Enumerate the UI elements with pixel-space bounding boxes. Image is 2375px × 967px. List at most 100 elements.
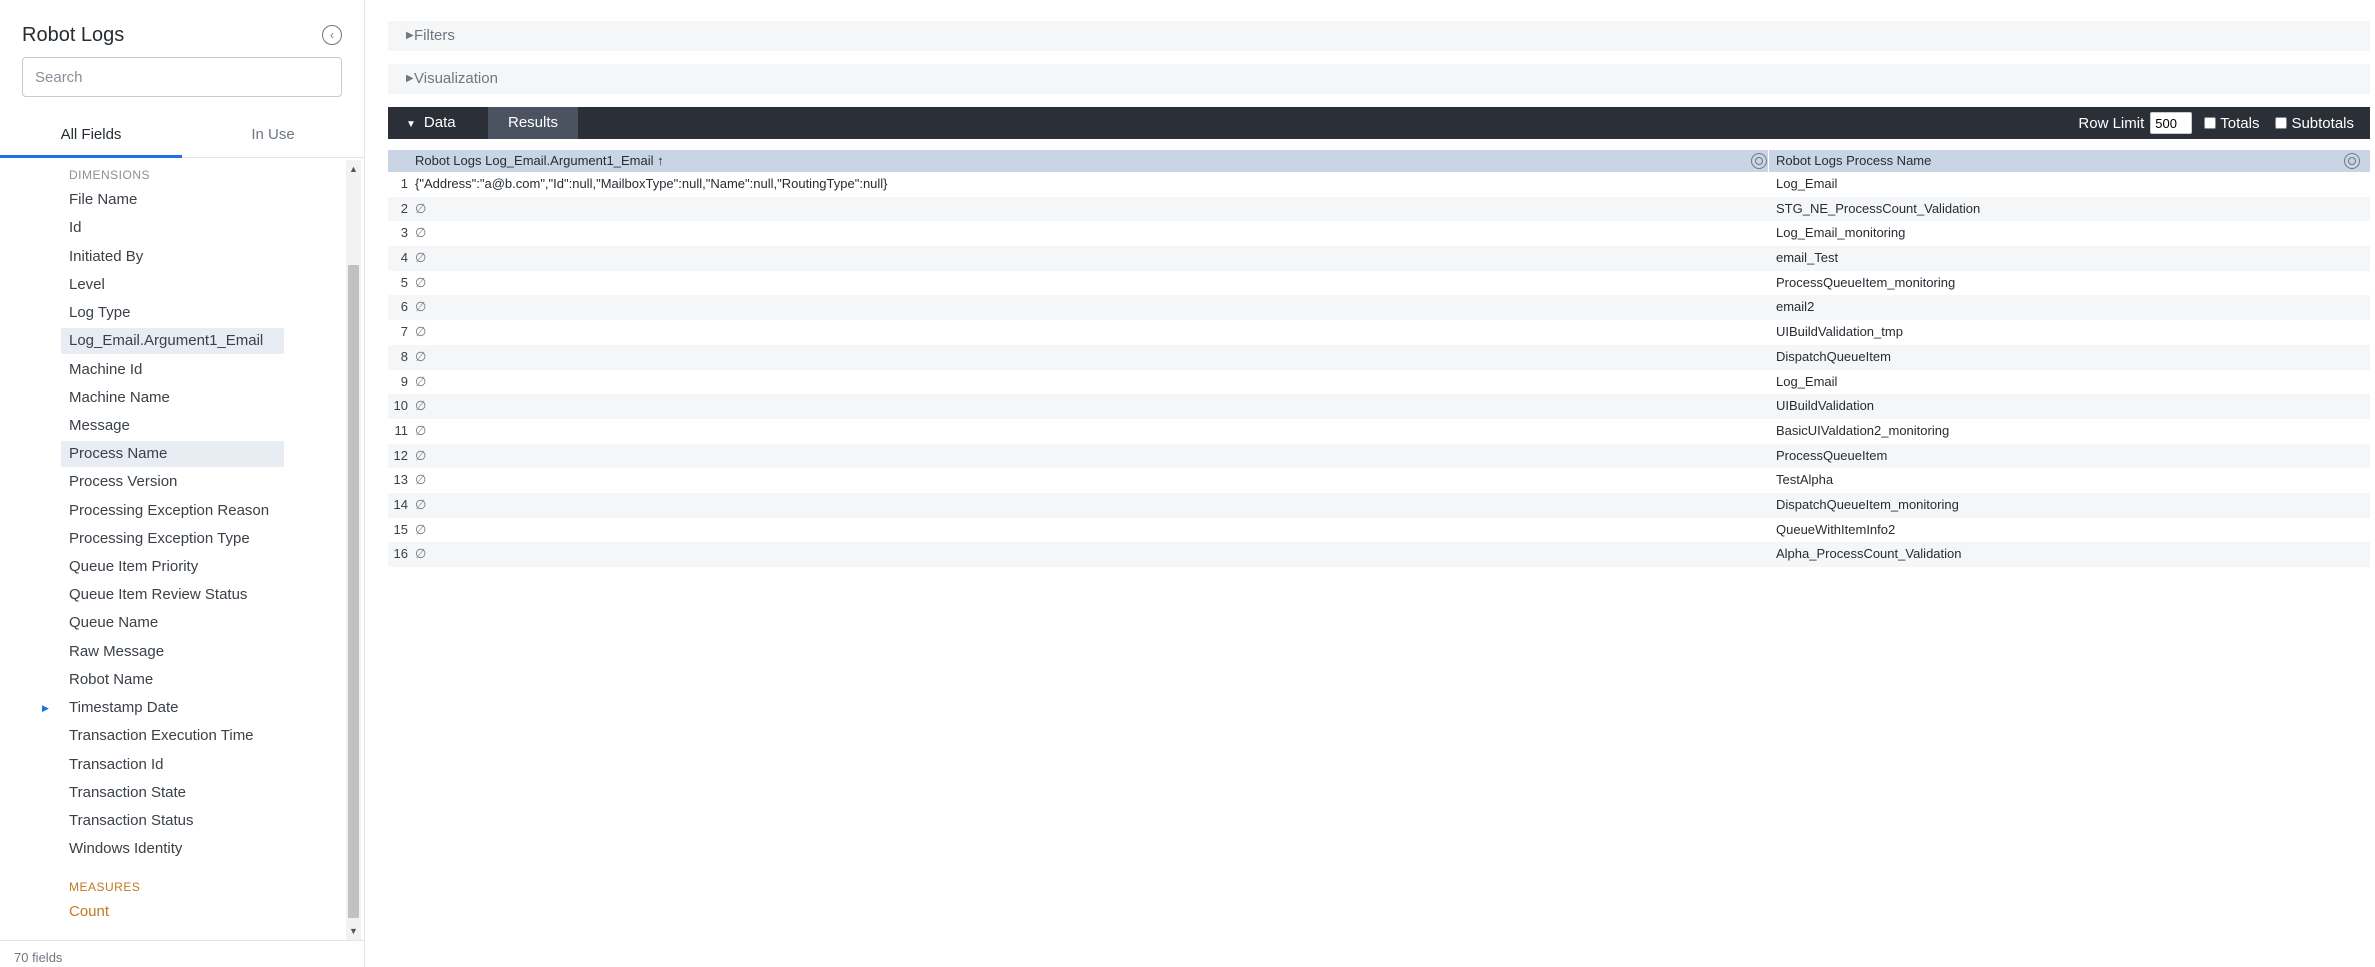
field-queue-item-priority[interactable]: Queue Item Priority xyxy=(61,554,284,580)
cell-argument1-email[interactable]: ∅ xyxy=(415,370,426,395)
data-tab-label: Data xyxy=(423,114,456,131)
cell-argument1-email[interactable]: ∅ xyxy=(415,468,426,493)
column-settings-gear-icon[interactable] xyxy=(2344,153,2360,169)
column-header-argument1-email[interactable]: Robot Logs Log_Email.Argument1_Email ↑ xyxy=(415,150,664,172)
cell-argument1-email[interactable]: ∅ xyxy=(415,197,426,222)
cell-argument1-email[interactable]: ∅ xyxy=(415,518,426,543)
field-count[interactable]: Count xyxy=(61,899,284,925)
tab-results[interactable]: Results xyxy=(488,107,578,139)
cell-process-name[interactable]: email2 xyxy=(1776,295,1814,320)
field-tabs: All Fields In Use xyxy=(0,120,365,158)
cell-argument1-email[interactable]: {"Address":"a@b.com","Id":null,"MailboxT… xyxy=(415,172,888,197)
subtotals-checkbox[interactable] xyxy=(2275,117,2288,129)
totals-checkbox[interactable] xyxy=(2204,117,2217,129)
scroll-up-arrow-icon[interactable]: ▲ xyxy=(346,162,361,176)
field-level[interactable]: Level xyxy=(61,272,284,298)
scroll-thumb[interactable] xyxy=(348,265,359,918)
row-limit-input[interactable] xyxy=(2150,112,2193,134)
cell-argument1-email[interactable]: ∅ xyxy=(415,320,426,345)
cell-argument1-email[interactable]: ∅ xyxy=(415,221,426,246)
tab-data[interactable]: ▼ Data xyxy=(388,107,488,139)
cell-process-name[interactable]: DispatchQueueItem xyxy=(1776,345,1891,370)
expand-triangle-icon: ▶ xyxy=(406,73,414,84)
table-row: 4 ∅ email_Test xyxy=(388,246,2370,271)
field-search-input[interactable] xyxy=(22,57,342,97)
field-initiated-by[interactable]: Initiated By xyxy=(61,244,284,270)
field-process-version[interactable]: Process Version xyxy=(61,469,284,495)
tab-all-fields[interactable]: All Fields xyxy=(0,120,182,158)
tab-in-use[interactable]: In Use xyxy=(182,120,364,157)
subtotals-label: Subtotals xyxy=(2291,114,2354,132)
row-number: 11 xyxy=(394,422,409,438)
table-row: 10 ∅ UIBuildValidation xyxy=(388,394,2370,419)
totals-toggle[interactable]: Totals xyxy=(2204,115,2259,132)
row-number: 16 xyxy=(393,546,408,562)
field-process-name[interactable]: Process Name xyxy=(61,441,284,467)
cell-process-name[interactable]: Alpha_ProcessCount_Validation xyxy=(1776,542,1962,567)
sidebar-footer-divider xyxy=(0,940,365,941)
table-row: 15 ∅ QueueWithItemInfo2 xyxy=(388,518,2370,543)
field-timestamp-date[interactable]: ▶ Timestamp Date xyxy=(42,695,284,721)
visualization-panel-toggle[interactable]: ▶ Visualization xyxy=(388,64,2370,94)
collapse-triangle-icon: ▼ xyxy=(406,119,416,130)
collapse-sidebar-icon[interactable]: ‹ xyxy=(322,25,342,45)
table-row: 12 ∅ ProcessQueueItem xyxy=(388,443,2370,469)
cell-argument1-email[interactable]: ∅ xyxy=(415,493,426,518)
cell-process-name[interactable]: ProcessQueueItem_monitoring xyxy=(1776,271,1955,296)
table-body: 1 {"Address":"a@b.com","Id":null,"Mailbox… xyxy=(388,172,2370,567)
cell-process-name[interactable]: BasicUIValdation2_monitoring xyxy=(1776,419,1949,444)
explore-title: Robot Logs xyxy=(22,24,125,46)
field-raw-message[interactable]: Raw Message xyxy=(61,639,284,665)
cell-argument1-email[interactable]: ∅ xyxy=(415,394,426,419)
field-processing-exception-reason[interactable]: Processing Exception Reason xyxy=(61,498,284,524)
filters-panel-toggle[interactable]: ▶ Filters xyxy=(388,21,2370,51)
field-machine-name[interactable]: Machine Name xyxy=(61,385,284,411)
field-processing-exception-type[interactable]: Processing Exception Type xyxy=(61,526,284,552)
cell-argument1-email[interactable]: ∅ xyxy=(415,419,426,444)
field-log-type[interactable]: Log Type xyxy=(61,300,284,326)
cell-process-name[interactable]: ProcessQueueItem xyxy=(1776,444,1887,469)
row-number: 9 xyxy=(400,373,408,389)
column-settings-gear-icon[interactable] xyxy=(1751,153,1767,169)
totals-label: Totals xyxy=(2220,114,2260,132)
cell-argument1-email[interactable]: ∅ xyxy=(415,295,426,320)
column-header-process-name[interactable]: Robot Logs Process Name xyxy=(1776,150,1931,172)
cell-process-name[interactable]: QueueWithItemInfo2 xyxy=(1776,518,1895,543)
cell-process-name[interactable]: UIBuildValidation xyxy=(1776,394,1874,419)
field-list-scrollbar[interactable]: ▲ ▼ xyxy=(346,160,361,940)
field-message[interactable]: Message xyxy=(61,413,284,439)
field-transaction-status[interactable]: Transaction Status xyxy=(61,808,284,834)
subtotals-toggle[interactable]: Subtotals xyxy=(2275,115,2354,132)
row-number: 5 xyxy=(400,274,408,290)
scroll-down-arrow-icon[interactable]: ▼ xyxy=(346,924,361,938)
cell-process-name[interactable]: email_Test xyxy=(1776,246,1838,271)
cell-process-name[interactable]: Log_Email_monitoring xyxy=(1776,221,1905,246)
cell-process-name[interactable]: STG_NE_ProcessCount_Validation xyxy=(1776,197,1980,222)
cell-process-name[interactable]: UIBuildValidation_tmp xyxy=(1776,320,1903,345)
table-row: 16 ∅ Alpha_ProcessCount_Validation xyxy=(388,542,2370,567)
cell-process-name[interactable]: TestAlpha xyxy=(1776,468,1833,493)
cell-argument1-email[interactable]: ∅ xyxy=(415,246,426,271)
field-queue-name[interactable]: Queue Name xyxy=(61,610,284,636)
field-log-email-argument1-email[interactable]: Log_Email.Argument1_Email xyxy=(61,328,284,354)
field-file-name[interactable]: File Name xyxy=(61,187,284,213)
cell-process-name[interactable]: DispatchQueueItem_monitoring xyxy=(1776,493,1959,518)
field-transaction-id[interactable]: Transaction Id xyxy=(61,752,284,778)
expand-arrow-icon[interactable]: ▶ xyxy=(42,695,49,721)
cell-process-name[interactable]: Log_Email xyxy=(1776,370,1837,395)
row-number: 6 xyxy=(400,299,408,315)
field-transaction-state[interactable]: Transaction State xyxy=(61,780,284,806)
cell-argument1-email[interactable]: ∅ xyxy=(415,542,426,567)
field-id[interactable]: Id xyxy=(61,215,284,241)
field-robot-name[interactable]: Robot Name xyxy=(61,667,284,693)
cell-argument1-email[interactable]: ∅ xyxy=(415,271,426,296)
field-windows-identity[interactable]: Windows Identity xyxy=(61,836,284,862)
cell-argument1-email[interactable]: ∅ xyxy=(415,345,426,370)
row-limit-controls: Row Limit Totals Subtotals xyxy=(2078,107,2360,139)
cell-argument1-email[interactable]: ∅ xyxy=(415,444,426,469)
expand-triangle-icon: ▶ xyxy=(406,30,414,41)
cell-process-name[interactable]: Log_Email xyxy=(1776,172,1837,197)
field-queue-item-review-status[interactable]: Queue Item Review Status xyxy=(61,582,284,608)
field-machine-id[interactable]: Machine Id xyxy=(61,357,284,383)
field-transaction-execution-time[interactable]: Transaction Execution Time xyxy=(61,723,284,749)
